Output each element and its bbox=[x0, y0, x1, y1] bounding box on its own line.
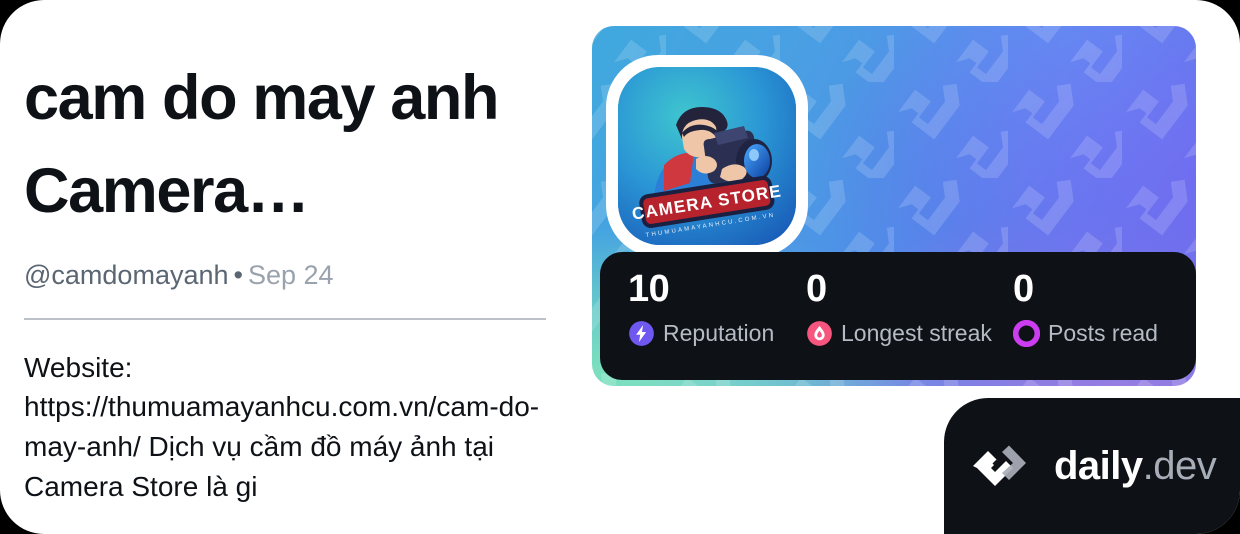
daily-dev-logo-mark bbox=[973, 445, 1026, 486]
camera-store-avatar: CAMERA STORE THUMUAMAYANHCU.COM.VN bbox=[618, 67, 796, 245]
divider bbox=[24, 317, 546, 320]
post-date: Sep 24 bbox=[247, 260, 334, 291]
post-body-text: Website: https://thumuamayanhcu.com.vn/c… bbox=[24, 351, 540, 502]
stat-label-row: Posts read bbox=[1013, 319, 1158, 347]
stat-label: Posts read bbox=[1048, 319, 1158, 346]
reputation-bolt-icon bbox=[629, 321, 654, 346]
stat-value: 10 bbox=[628, 268, 670, 310]
posts-read-ring-icon bbox=[1013, 319, 1040, 347]
stat-reputation: 10 Reputation bbox=[628, 268, 806, 380]
author-handle[interactable]: @camdomayanh bbox=[24, 260, 229, 290]
streak-flame-icon bbox=[807, 321, 832, 346]
stat-label: Longest streak bbox=[841, 319, 992, 346]
cover-image: CAMERA STORE THUMUAMAYANHCU.COM.VN 10 Re… bbox=[592, 26, 1196, 386]
stat-label-row: Longest streak bbox=[806, 320, 1013, 347]
stat-posts-read: 0 Posts read bbox=[1013, 268, 1158, 380]
social-share-card: cam do may anh Camera… @camdomayanh • Sep … bbox=[0, 0, 1240, 534]
stat-value: 0 bbox=[1013, 268, 1034, 310]
stat-longest-streak: 0 Longest streak bbox=[806, 268, 1013, 380]
profile-stats-bar: 10 Reputation 0 Longest streak 0 Posts r… bbox=[600, 252, 1196, 380]
stat-label-row: Reputation bbox=[628, 320, 806, 347]
brand-wordmark: daily.dev bbox=[1054, 444, 1217, 488]
post-meta: @camdomayanh • Sep 24 bbox=[24, 259, 556, 291]
brand-tld: .dev bbox=[1142, 444, 1217, 488]
meta-separator: • bbox=[233, 260, 243, 291]
stat-label: Reputation bbox=[663, 319, 775, 346]
stat-value: 0 bbox=[806, 268, 827, 310]
post-info-panel: cam do may anh Camera… @camdomayanh • Sep … bbox=[0, 0, 580, 534]
brand-name: daily bbox=[1054, 444, 1143, 488]
daily-dev-brand-badge: daily.dev bbox=[944, 398, 1240, 534]
camera-store-logo-art: CAMERA STORE THUMUAMAYANHCU.COM.VN bbox=[618, 67, 796, 245]
profile-preview-panel: CAMERA STORE THUMUAMAYANHCU.COM.VN 10 Re… bbox=[592, 26, 1204, 388]
avatar[interactable]: CAMERA STORE THUMUAMAYANHCU.COM.VN bbox=[606, 55, 808, 257]
page-title: cam do may anh Camera… bbox=[24, 63, 499, 226]
